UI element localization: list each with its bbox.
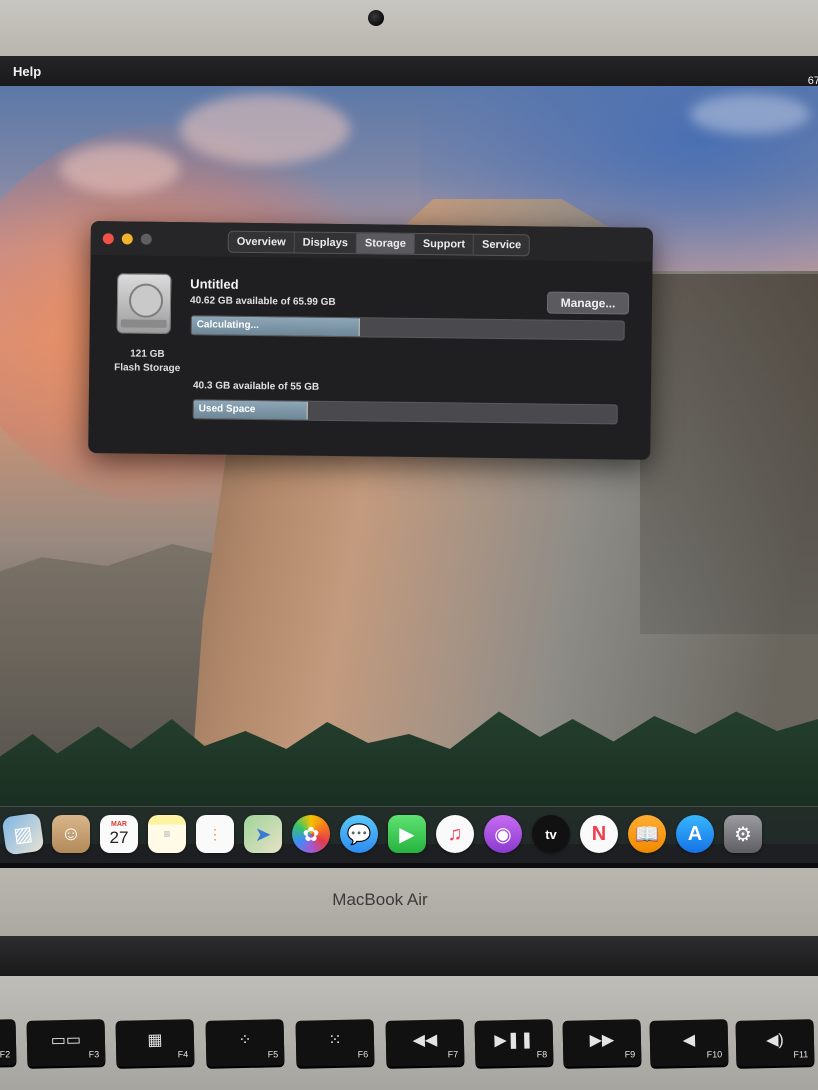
dock: ▨ ☺ MAR 27 ≡ ⋮ ➤ ✿ 💬 ▶ ♫ ◉ tv N 📖 A ⚙ [0, 806, 818, 863]
maps-icon[interactable]: ➤ [244, 815, 282, 853]
disk-type: Flash Storage [114, 362, 181, 375]
app-store-icon[interactable]: A [676, 815, 714, 853]
contacts-icon[interactable]: ☺ [52, 815, 90, 853]
tab-storage[interactable]: Storage [356, 233, 416, 254]
tv-label: tv [545, 826, 557, 842]
cloud [60, 144, 180, 194]
podcasts-icon[interactable]: ◉ [484, 815, 522, 853]
laptop-bezel [0, 0, 818, 58]
calendar-icon[interactable]: MAR 27 [100, 815, 138, 853]
preview-icon[interactable]: ▨ [1, 812, 45, 856]
key-glyph: ▭▭ [50, 1031, 82, 1050]
tab-overview[interactable]: Overview [228, 231, 295, 253]
key-fn-label: F10 [706, 1049, 723, 1060]
tab-bar: Overview Displays Storage Support Servic… [227, 230, 531, 257]
notes-icon[interactable]: ≡ [148, 815, 186, 853]
volume-name: Untitled [190, 276, 239, 292]
storage-bar-volume2: Used Space [192, 399, 618, 425]
key-fn-label: F11 [793, 1049, 809, 1060]
system-preferences-icon[interactable]: ⚙ [724, 815, 762, 853]
key-glyph: ◀) [765, 1031, 784, 1050]
function-key-f9[interactable]: ▶▶ F9 [562, 1019, 642, 1067]
screen: Help 67 ▨ ☺ MAR 27 ≡ ⋮ ➤ ✿ 💬 ▶ ♫ ◉ tv N … [0, 56, 818, 868]
calendar-day: 27 [109, 828, 129, 847]
function-key-f8[interactable]: ▶❚❚ F8 [474, 1019, 554, 1067]
key-glyph: ⁙ [328, 1031, 342, 1050]
disk-capacity: 121 GB [130, 348, 165, 360]
function-key-f5[interactable]: ⁘ F5 [205, 1019, 285, 1067]
key-glyph [0, 1029, 16, 1031]
function-key-f11[interactable]: ◀) F11 [735, 1019, 815, 1067]
menu-bar: Help 67 [0, 56, 818, 87]
function-key-f6[interactable]: ⁙ F6 [295, 1019, 375, 1067]
key-fn-label: F6 [357, 1049, 369, 1060]
cliff-shadow [640, 274, 818, 634]
key-glyph: ▦ [147, 1031, 163, 1050]
desktop-wallpaper [0, 84, 818, 844]
key-fn-label: F3 [88, 1049, 100, 1060]
tab-displays[interactable]: Displays [294, 232, 358, 254]
zoom-button[interactable] [140, 233, 152, 245]
key-fn-label: F4 [177, 1049, 189, 1060]
minimize-button[interactable] [121, 233, 133, 245]
window-titlebar: Overview Displays Storage Support Servic… [90, 221, 653, 262]
function-key-f10[interactable]: ◀ F10 [649, 1019, 729, 1067]
cloud [690, 94, 810, 134]
photos-icon[interactable]: ✿ [292, 815, 330, 853]
about-this-mac-window: Overview Displays Storage Support Servic… [88, 221, 653, 460]
manage-button[interactable]: Manage... [546, 291, 630, 315]
volume-available: 40.62 GB available of 65.99 GB [189, 295, 336, 308]
key-fn-label: F5 [267, 1049, 279, 1060]
key-glyph: ◀ [682, 1031, 696, 1050]
books-icon[interactable]: 📖 [628, 815, 666, 853]
function-key-f7[interactable]: ◀◀ F7 [385, 1019, 465, 1067]
cloud [180, 94, 350, 164]
tv-icon[interactable]: tv [532, 815, 570, 853]
key-fn-label: F7 [447, 1049, 459, 1060]
function-key-f4[interactable]: ▦ F4 [115, 1019, 195, 1067]
function-key-f2[interactable]: F2 [0, 1019, 17, 1067]
news-icon[interactable]: N [580, 815, 618, 853]
camera [368, 10, 384, 26]
close-button[interactable] [102, 233, 114, 245]
menu-help[interactable]: Help [13, 64, 41, 79]
messages-icon[interactable]: 💬 [340, 815, 378, 853]
hard-drive-icon [116, 273, 172, 334]
storage-bar-fill: Calculating... [191, 316, 361, 337]
laptop-hinge [0, 936, 818, 976]
volume2-available: 40.3 GB available of 55 GB [192, 380, 320, 393]
key-glyph: ▶❚❚ [494, 1031, 534, 1050]
storage-bar-fill: Used Space [193, 400, 309, 420]
key-fn-label: F8 [536, 1049, 548, 1060]
music-icon[interactable]: ♫ [436, 815, 474, 853]
reminders-icon[interactable]: ⋮ [196, 815, 234, 853]
disk-info: 121 GB Flash Storage [99, 347, 195, 376]
tab-service[interactable]: Service [474, 235, 529, 256]
function-key-f3[interactable]: ▭▭ F3 [26, 1019, 106, 1067]
key-glyph: ⁘ [238, 1031, 252, 1050]
storage-bar-volume1: Calculating... [190, 315, 625, 341]
key-glyph: ◀◀ [412, 1031, 438, 1050]
battery-percentage[interactable]: 67 [808, 75, 818, 87]
facetime-icon[interactable]: ▶ [388, 815, 426, 853]
key-fn-label: F2 [0, 1049, 11, 1060]
tab-support[interactable]: Support [414, 233, 475, 255]
key-glyph: ▶▶ [589, 1031, 615, 1050]
brand-label: MacBook Air [332, 890, 428, 909]
key-fn-label: F9 [624, 1049, 636, 1060]
